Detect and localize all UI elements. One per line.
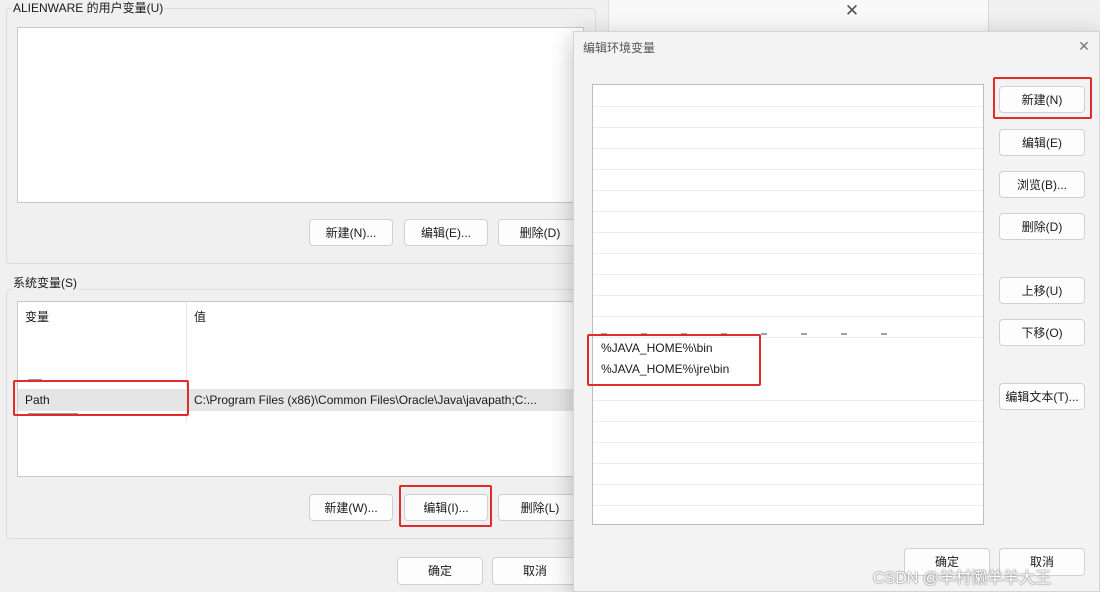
edit-button-highlight <box>399 485 492 527</box>
user-variables-title: ALIENWARE 的用户变量(U) <box>11 1 166 15</box>
user-edit-button[interactable]: 编辑(E)... <box>404 219 488 246</box>
list-stripes <box>593 106 983 524</box>
system-variables-title: 系统变量(S) <box>11 276 79 290</box>
background-window <box>608 0 988 34</box>
delete-entry-button[interactable]: 删除(D) <box>999 213 1085 240</box>
dialog-title: 编辑环境变量 <box>583 41 656 55</box>
column-header-value[interactable]: 值 <box>194 308 206 325</box>
background-panel <box>988 0 1100 34</box>
cancel-button[interactable]: 取消 <box>492 557 578 585</box>
user-new-button[interactable]: 新建(N)... <box>309 219 393 246</box>
move-up-button[interactable]: 上移(U) <box>999 277 1085 304</box>
path-entries-list[interactable]: %JAVA_HOME%\bin %JAVA_HOME%\jre\bin <box>592 84 984 525</box>
user-delete-button[interactable]: 删除(D) <box>498 219 582 246</box>
edit-text-button[interactable]: 编辑文本(T)... <box>999 383 1085 410</box>
browse-button[interactable]: 浏览(B)... <box>999 171 1085 198</box>
move-down-button[interactable]: 下移(O) <box>999 319 1085 346</box>
background-close-icon[interactable]: ✕ <box>844 1 860 21</box>
close-icon[interactable]: ✕ <box>1076 38 1092 56</box>
watermark: CSDN @羊村懒羊羊大王 <box>873 570 1052 587</box>
system-delete-button[interactable]: 删除(L) <box>498 494 582 521</box>
new-button-highlight <box>993 77 1092 119</box>
ok-button[interactable]: 确定 <box>397 557 483 585</box>
system-new-button[interactable]: 新建(W)... <box>309 494 393 521</box>
path-row-highlight <box>13 380 189 416</box>
path-value-cell: C:\Program Files (x86)\Common Files\Orac… <box>194 393 537 407</box>
environment-variables-dialog: ALIENWARE 的用户变量(U) 新建(N)... 编辑(E)... 删除(… <box>0 0 608 592</box>
entries-highlight <box>587 334 761 386</box>
column-header-variable[interactable]: 变量 <box>25 308 49 325</box>
edit-environment-variable-dialog: 编辑环境变量 ✕ %JAVA_HOME%\bin %JAVA_HOME%\jre… <box>573 31 1100 592</box>
edit-entry-button[interactable]: 编辑(E) <box>999 129 1085 156</box>
user-variables-list[interactable] <box>17 27 584 203</box>
